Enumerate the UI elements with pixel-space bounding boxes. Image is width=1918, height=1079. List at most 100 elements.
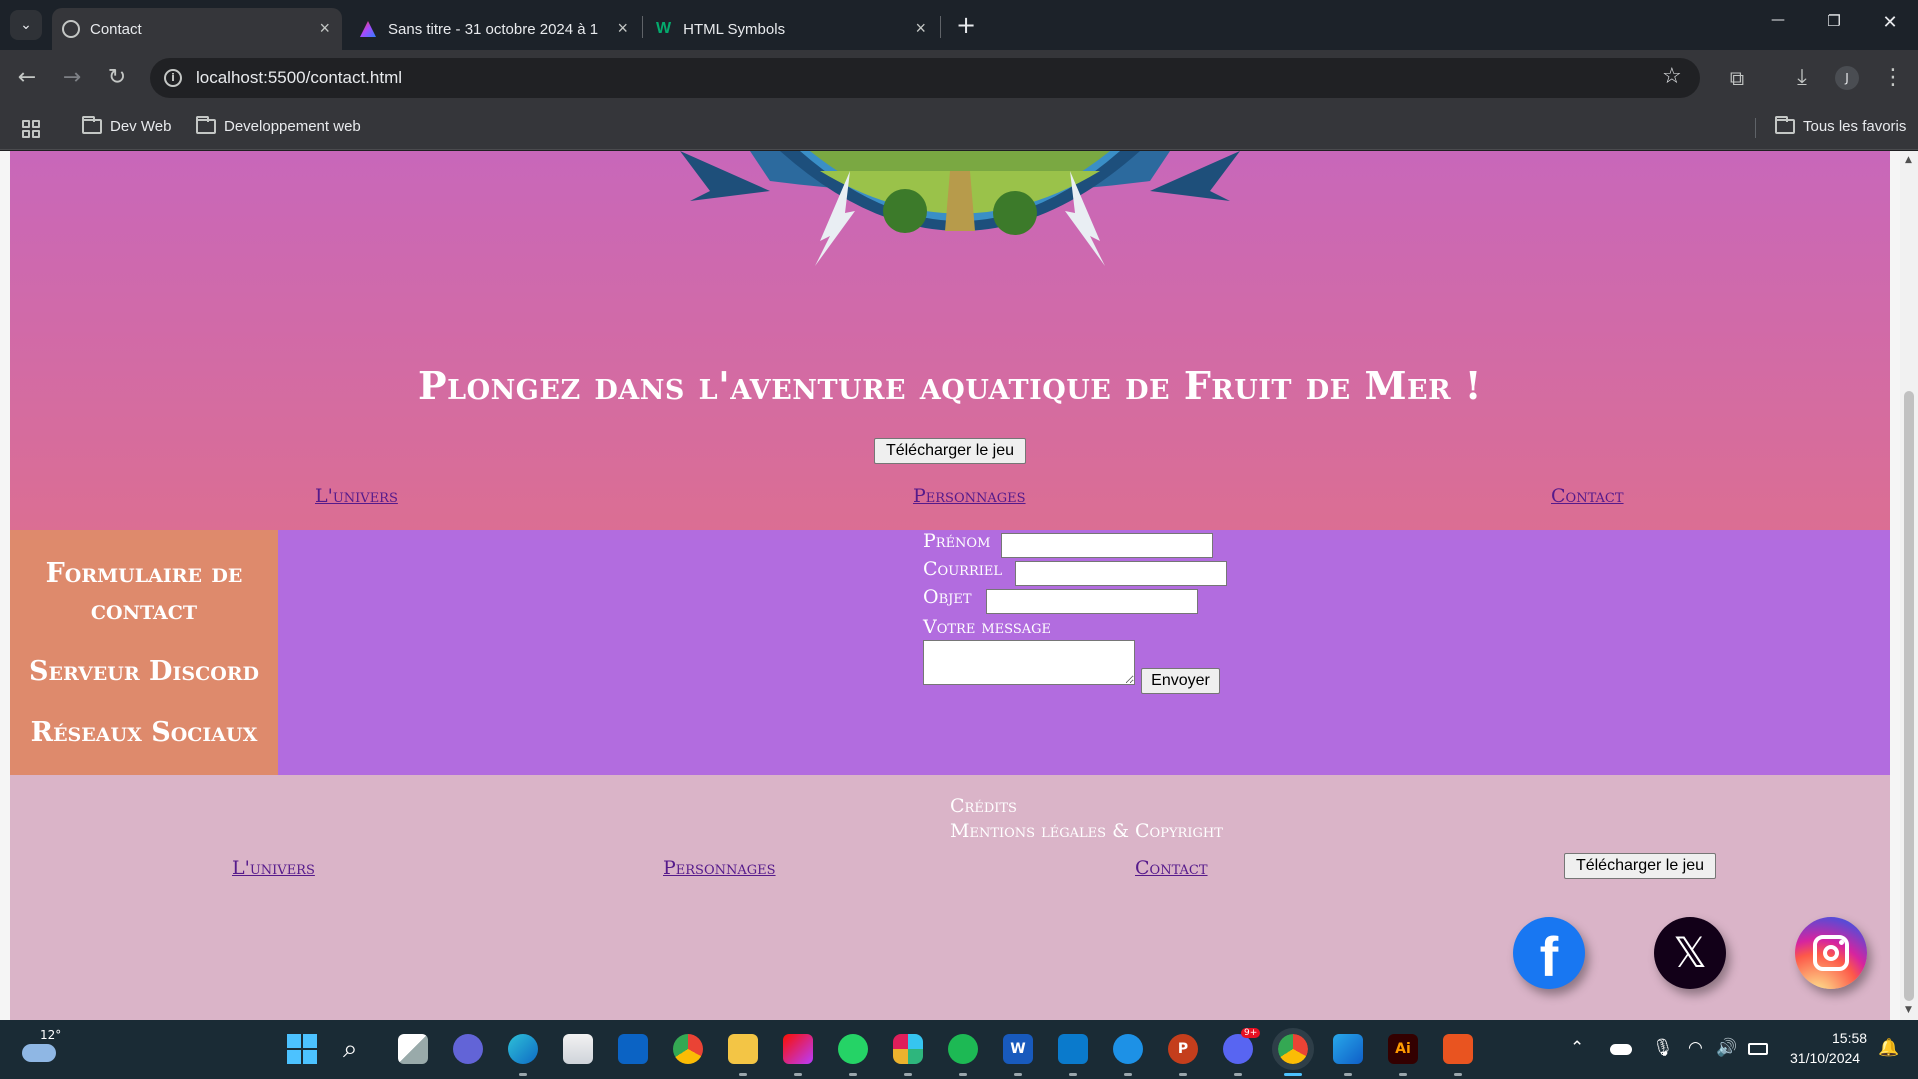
new-tab-button[interactable]: + — [950, 10, 982, 40]
teams-meet-icon[interactable] — [453, 1034, 483, 1064]
running-indicator — [1454, 1073, 1462, 1076]
w3schools-icon: W — [656, 20, 672, 37]
chevron-up-icon[interactable]: ⌃ — [1570, 1038, 1584, 1058]
message-field[interactable] — [923, 640, 1135, 685]
nav-link-contact[interactable]: Contact — [1551, 485, 1624, 507]
start-icon[interactable] — [287, 1034, 317, 1064]
scroll-up-arrow[interactable]: ▲ — [1905, 155, 1912, 165]
slack-icon[interactable] — [893, 1034, 923, 1064]
ubuntu-icon[interactable] — [1443, 1034, 1473, 1064]
subject-field[interactable] — [986, 589, 1198, 614]
forward-icon[interactable]: → — [57, 65, 87, 91]
edge-icon[interactable] — [508, 1034, 538, 1064]
whatsapp-icon[interactable] — [838, 1034, 868, 1064]
nav-link-univers[interactable]: L'univers — [315, 485, 398, 507]
email-field[interactable] — [1015, 561, 1227, 586]
onedrive-icon[interactable] — [1610, 1044, 1632, 1055]
menu-icon[interactable]: ⋮ — [1878, 65, 1908, 91]
chrome-active-icon[interactable] — [1272, 1028, 1314, 1070]
globe-icon — [62, 20, 80, 38]
bookmark-dev-web[interactable]: Dev Web — [82, 116, 172, 135]
address-bar[interactable]: i localhost:5500/contact.html ☆ — [150, 58, 1700, 98]
notification-bell-icon[interactable]: 🔔 — [1878, 1038, 1899, 1058]
instagram-icon[interactable] — [1795, 917, 1867, 989]
browser-tab-strip: ⌄ Contact × Sans titre - 31 octobre 2024… — [0, 0, 1918, 50]
running-indicator — [959, 1073, 967, 1076]
clock-time[interactable]: 15:58 — [1832, 1030, 1867, 1046]
footer-link-univers[interactable]: L'univers — [232, 857, 315, 879]
x-icon[interactable]: 𝕏 — [1654, 917, 1726, 989]
store-icon[interactable] — [563, 1034, 593, 1064]
illustrator-icon[interactable]: Ai — [1388, 1034, 1418, 1064]
tab-html-symbols[interactable]: W HTML Symbols × — [648, 8, 938, 50]
creative-cloud-icon[interactable] — [783, 1034, 813, 1064]
wifi-icon[interactable]: ◠ — [1688, 1038, 1703, 1058]
reload-icon[interactable]: ↻ — [102, 65, 132, 91]
close-window-button[interactable]: ✕ — [1870, 12, 1910, 33]
credits-link[interactable]: Crédits — [950, 795, 1017, 817]
firstname-field[interactable] — [1001, 533, 1213, 558]
submit-button[interactable]: Envoyer — [1141, 668, 1220, 694]
volume-icon[interactable]: 🔊 — [1716, 1038, 1737, 1058]
bookmark-developpement-web[interactable]: Developpement web — [196, 116, 361, 135]
facebook-icon[interactable]: f — [1513, 917, 1585, 989]
close-tab-icon[interactable]: × — [319, 18, 330, 39]
scroll-down-arrow[interactable]: ▼ — [1905, 1005, 1912, 1015]
powerpoint-icon[interactable]: P — [1168, 1034, 1198, 1064]
chrome-icon[interactable] — [673, 1034, 703, 1064]
sidebar-item-contact-form[interactable]: Formulaire de contact — [10, 555, 278, 629]
page-scrollbar[interactable]: ▲ ▼ — [1900, 151, 1918, 1020]
clock-date[interactable]: 31/10/2024 — [1790, 1050, 1860, 1066]
discord-icon[interactable]: 9+ — [1223, 1028, 1261, 1064]
close-tab-icon[interactable]: × — [915, 18, 926, 39]
restore-button[interactable]: ❐ — [1814, 12, 1854, 30]
apps-grid-icon[interactable] — [22, 120, 40, 138]
download-icon[interactable]: ⤓ — [1787, 65, 1817, 91]
outlook-new-icon[interactable] — [1333, 1034, 1363, 1064]
outlook-icon[interactable] — [618, 1034, 648, 1064]
running-indicator — [1069, 1073, 1077, 1076]
battery-icon[interactable] — [1748, 1043, 1768, 1055]
bookmark-label: Dev Web — [110, 118, 172, 135]
weather-widget[interactable]: 12° — [22, 1028, 62, 1066]
legal-link[interactable]: Mentions légales & Copyright — [950, 820, 1223, 842]
all-bookmarks[interactable]: Tous les favoris — [1775, 116, 1907, 135]
minimize-button[interactable]: — — [1758, 12, 1798, 28]
url-text[interactable]: localhost:5500/contact.html — [196, 68, 402, 88]
spotify-icon[interactable] — [948, 1034, 978, 1064]
site-info-icon[interactable]: i — [164, 69, 182, 87]
docker-icon[interactable] — [1113, 1034, 1143, 1064]
bookmark-star-icon[interactable]: ☆ — [1662, 64, 1682, 89]
vscode-icon[interactable] — [1058, 1034, 1088, 1064]
running-indicator — [794, 1073, 802, 1076]
word-icon[interactable]: W — [1003, 1034, 1033, 1064]
search-icon[interactable]: ⌕ — [343, 1034, 373, 1064]
bookmark-label: Tous les favoris — [1803, 118, 1907, 135]
tab-contact[interactable]: Contact × — [52, 8, 342, 50]
bookmark-label: Developpement web — [224, 118, 361, 135]
scrollbar-thumb[interactable] — [1904, 391, 1914, 1001]
extensions-icon[interactable]: ⧉ — [1722, 65, 1752, 91]
nav-link-personnages[interactable]: Personnages — [913, 485, 1026, 507]
profile-avatar[interactable]: J — [1835, 66, 1859, 90]
running-indicator — [1344, 1073, 1352, 1076]
footer-link-contact[interactable]: Contact — [1135, 857, 1208, 879]
tab-sans-titre[interactable]: Sans titre - 31 octobre 2024 à 1 × — [350, 8, 640, 50]
file-explorer-icon[interactable] — [728, 1034, 758, 1064]
cloud-icon — [22, 1044, 56, 1062]
tab-search-button[interactable]: ⌄ — [10, 10, 42, 40]
folder-icon — [1775, 116, 1795, 134]
contact-section: Formulaire de contact Serveur Discord Ré… — [10, 530, 1890, 775]
download-game-button[interactable]: Télécharger le jeu — [874, 438, 1026, 464]
sidebar-item-social[interactable]: Réseaux Sociaux — [10, 714, 278, 751]
footer-download-button[interactable]: Télécharger le jeu — [1564, 853, 1716, 879]
task-view-icon[interactable] — [398, 1034, 428, 1064]
microphone-icon[interactable]: 🎙 — [1652, 1038, 1674, 1058]
tab-title: HTML Symbols — [683, 20, 786, 38]
sidebar-item-discord[interactable]: Serveur Discord — [10, 653, 278, 690]
running-indicator — [1284, 1073, 1302, 1076]
close-tab-icon[interactable]: × — [617, 18, 628, 39]
bookmarks-divider — [1755, 118, 1756, 138]
footer-link-personnages[interactable]: Personnages — [663, 857, 776, 879]
back-icon[interactable]: ← — [12, 65, 42, 91]
